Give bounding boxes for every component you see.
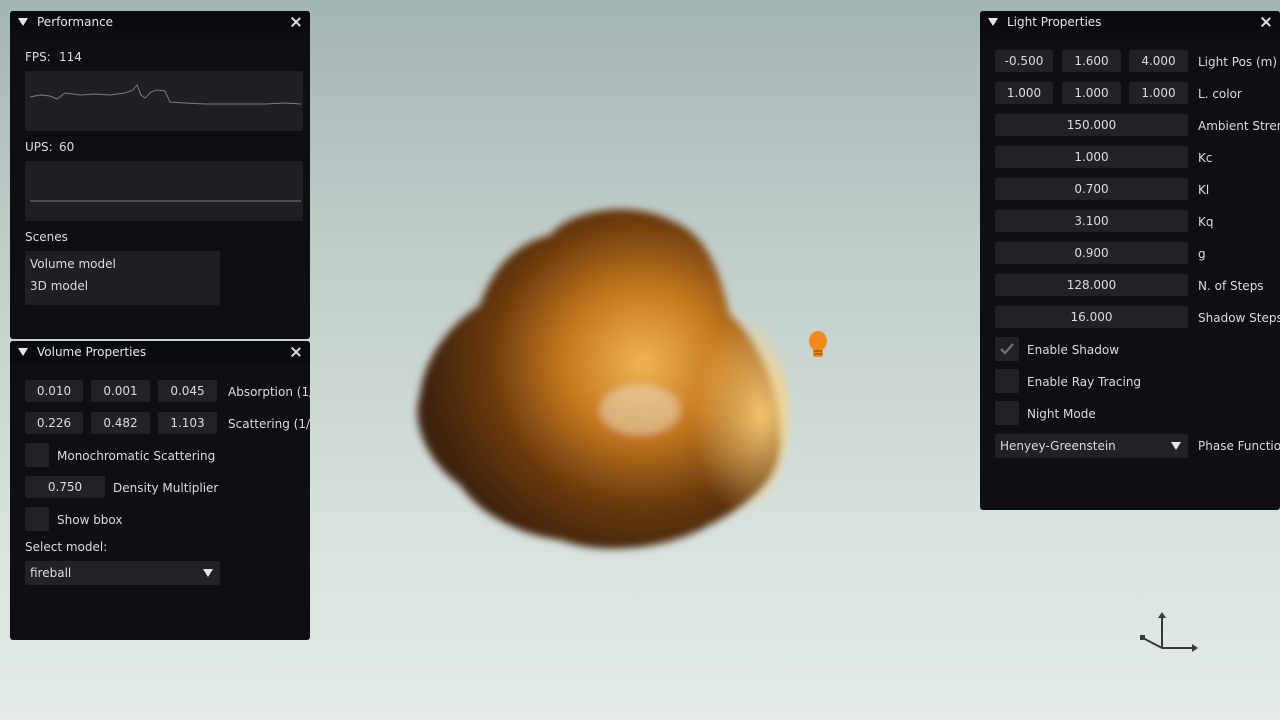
absorption-b-field[interactable]: 0.045 bbox=[158, 380, 217, 402]
model-select[interactable]: fireball bbox=[25, 561, 220, 585]
enable-ray-tracing-label: Enable Ray Tracing bbox=[1027, 375, 1142, 389]
num-steps-label: N. of Steps bbox=[1198, 279, 1264, 293]
light-bulb-icon[interactable] bbox=[808, 330, 828, 360]
enable-shadow-checkbox[interactable] bbox=[995, 337, 1019, 361]
phase-function-value: Henyey-Greenstein bbox=[1000, 439, 1116, 453]
enable-shadow-label: Enable Shadow bbox=[1027, 343, 1120, 357]
show-bbox-checkbox[interactable] bbox=[25, 507, 49, 531]
light-color-b-field[interactable]: 1.000 bbox=[1129, 82, 1188, 104]
light-color-r-field[interactable]: 1.000 bbox=[995, 82, 1053, 104]
g-label: g bbox=[1198, 247, 1206, 261]
monochromatic-checkbox[interactable] bbox=[25, 443, 49, 467]
light-pos-y-field[interactable]: 1.600 bbox=[1062, 50, 1121, 72]
kl-label: Kl bbox=[1198, 183, 1210, 197]
close-icon[interactable] bbox=[290, 346, 302, 358]
kq-field[interactable]: 3.100 bbox=[995, 210, 1188, 232]
select-model-label: Select model: bbox=[25, 540, 108, 554]
absorption-r-field[interactable]: 0.010 bbox=[25, 380, 83, 402]
absorption-g-field[interactable]: 0.001 bbox=[91, 380, 150, 402]
phase-function-select[interactable]: Henyey-Greenstein bbox=[995, 434, 1188, 458]
show-bbox-label: Show bbox bbox=[57, 513, 123, 527]
light-title-bar[interactable]: Light Properties bbox=[980, 11, 1280, 33]
performance-title-bar[interactable]: Performance bbox=[10, 11, 310, 33]
light-pos-label: Light Pos (m) bbox=[1198, 55, 1278, 69]
collapse-triangle-icon[interactable] bbox=[18, 18, 28, 26]
light-properties-window: Light Properties -0.500 1.600 4.000 Ligh… bbox=[980, 11, 1280, 510]
volume-properties-window: Volume Properties 0.010 0.001 0.045 Abso… bbox=[10, 341, 310, 640]
ups-label: UPS: bbox=[25, 140, 53, 154]
kl-field[interactable]: 0.700 bbox=[995, 178, 1188, 200]
density-multiplier-field[interactable]: 0.750 bbox=[25, 476, 105, 498]
close-icon[interactable] bbox=[290, 16, 302, 28]
phase-function-label: Phase Functio bbox=[1198, 439, 1280, 453]
scenes-listbox[interactable]: Volume model 3D model bbox=[25, 251, 220, 305]
scattering-b-field[interactable]: 1.103 bbox=[158, 412, 217, 434]
shadow-steps-label: Shadow Steps bbox=[1198, 311, 1280, 325]
fps-label: FPS: bbox=[25, 50, 51, 64]
fireball-volume-render bbox=[417, 209, 790, 549]
light-color-label: L. color bbox=[1198, 87, 1242, 101]
light-color-g-field[interactable]: 1.000 bbox=[1062, 82, 1121, 104]
light-pos-z-field[interactable]: 4.000 bbox=[1129, 50, 1188, 72]
night-mode-label: Night Mode bbox=[1027, 407, 1096, 421]
window-title: Volume Properties bbox=[37, 345, 147, 359]
dropdown-arrow-icon[interactable] bbox=[203, 569, 213, 577]
dropdown-arrow-icon[interactable] bbox=[1171, 442, 1181, 450]
fps-value: 114 bbox=[59, 50, 82, 64]
collapse-triangle-icon[interactable] bbox=[18, 348, 28, 356]
volume-title-bar[interactable]: Volume Properties bbox=[10, 341, 310, 363]
scattering-g-field[interactable]: 0.482 bbox=[91, 412, 150, 434]
fps-graph bbox=[25, 71, 303, 131]
kc-field[interactable]: 1.000 bbox=[995, 146, 1188, 168]
model-select-value: fireball bbox=[30, 566, 72, 580]
scattering-label: Scattering (1/ bbox=[228, 417, 310, 431]
performance-window: Performance FPS: 114 UPS: 60 Scenes Volu… bbox=[10, 11, 310, 339]
window-title: Light Properties bbox=[1007, 15, 1102, 29]
kc-label: Kc bbox=[1198, 151, 1213, 165]
enable-ray-tracing-checkbox[interactable] bbox=[995, 369, 1019, 393]
close-icon[interactable] bbox=[1260, 16, 1272, 28]
axis-gizmo-icon bbox=[1140, 612, 1198, 652]
absorption-label: Absorption (1/ bbox=[228, 385, 310, 399]
scattering-r-field[interactable]: 0.226 bbox=[25, 412, 83, 434]
ambient-strength-label: Ambient Stren bbox=[1198, 119, 1280, 133]
night-mode-checkbox[interactable] bbox=[995, 401, 1019, 425]
ups-graph bbox=[25, 161, 303, 221]
scenes-label: Scenes bbox=[25, 230, 68, 244]
monochromatic-label: Monochromatic Scattering bbox=[57, 449, 216, 463]
list-item[interactable]: Volume model bbox=[30, 257, 116, 271]
kq-label: Kq bbox=[1198, 215, 1214, 229]
num-steps-field[interactable]: 128.000 bbox=[995, 274, 1188, 296]
collapse-triangle-icon[interactable] bbox=[988, 18, 998, 26]
ambient-strength-field[interactable]: 150.000 bbox=[995, 114, 1188, 136]
window-title: Performance bbox=[37, 15, 114, 29]
light-pos-x-field[interactable]: -0.500 bbox=[995, 50, 1053, 72]
density-multiplier-label: Density Multiplier bbox=[113, 481, 219, 495]
ups-value: 60 bbox=[59, 140, 75, 154]
checkmark-icon bbox=[1000, 343, 1014, 355]
g-field[interactable]: 0.900 bbox=[995, 242, 1188, 264]
list-item[interactable]: 3D model bbox=[30, 279, 88, 293]
shadow-steps-field[interactable]: 16.000 bbox=[995, 306, 1188, 328]
